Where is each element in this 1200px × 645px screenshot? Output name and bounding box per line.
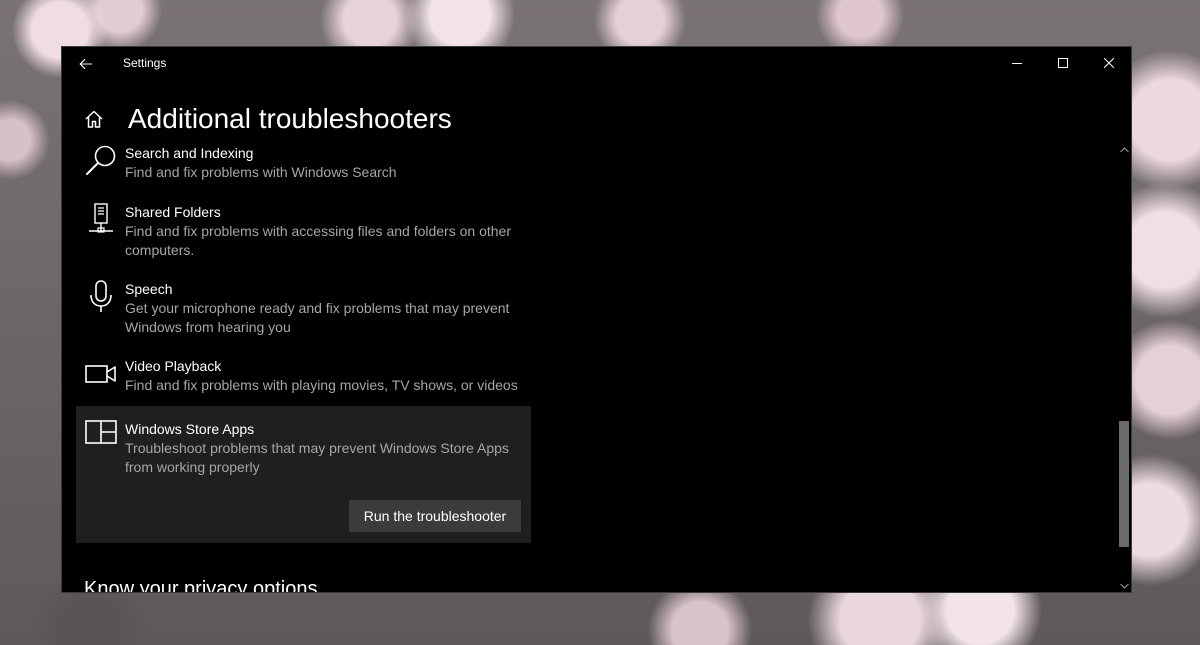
maximize-button[interactable] [1040,47,1086,79]
home-button[interactable] [84,109,104,134]
scroll-thumb[interactable] [1119,421,1129,547]
page-title: Additional troubleshooters [128,103,452,134]
chevron-up-icon [1119,147,1129,153]
shared-folders-icon [89,203,113,233]
vertical-scrollbar[interactable] [1116,142,1131,592]
close-icon [1104,58,1114,68]
back-button[interactable] [70,51,102,77]
item-description: Troubleshoot problems that may prevent W… [125,440,509,475]
store-apps-icon [85,420,117,444]
item-title: Search and Indexing [125,145,254,161]
item-title: Windows Store Apps [125,421,255,437]
troubleshooter-shared-folders[interactable]: Shared Folders Find and fix problems wit… [76,203,530,265]
troubleshooter-list: Search and Indexing Find and fix problem… [62,142,1116,593]
privacy-section-heading: Know your privacy options [84,578,318,593]
item-description: Find and fix problems with playing movie… [125,377,518,393]
item-title: Shared Folders [125,204,221,220]
item-title: Speech [125,281,173,297]
search-icon [86,145,116,175]
scroll-up-button[interactable] [1116,142,1131,158]
minimize-icon [1012,63,1022,64]
maximize-icon [1058,58,1068,68]
item-description: Get your microphone ready and fix proble… [125,300,510,335]
home-icon [85,110,103,128]
microphone-icon [90,280,112,312]
settings-window: Settings Additional troubleshooters Sear… [61,46,1132,593]
scroll-track[interactable] [1119,158,1129,578]
item-description: Find and fix problems with accessing fil… [125,223,511,258]
troubleshooter-windows-store-apps[interactable]: Windows Store Apps Troubleshoot problems… [76,406,531,543]
title-bar: Settings [62,47,1131,79]
troubleshooter-video-playback[interactable]: Video Playback Find and fix problems wit… [76,357,530,401]
troubleshooter-speech[interactable]: Speech Get your microphone ready and fix… [76,280,530,342]
minimize-button[interactable] [994,47,1040,79]
troubleshooter-search-indexing[interactable]: Search and Indexing Find and fix problem… [76,144,530,188]
page-header: Additional troubleshooters [62,99,1131,139]
close-button[interactable] [1086,47,1131,79]
run-troubleshooter-button[interactable]: Run the troubleshooter [349,500,521,532]
app-title: Settings [123,56,167,70]
item-description: Find and fix problems with Windows Searc… [125,164,397,180]
back-arrow-icon [79,58,92,70]
video-camera-icon [85,365,116,383]
item-title: Video Playback [125,358,222,374]
chevron-down-icon [1119,583,1129,589]
scroll-down-button[interactable] [1116,578,1131,592]
